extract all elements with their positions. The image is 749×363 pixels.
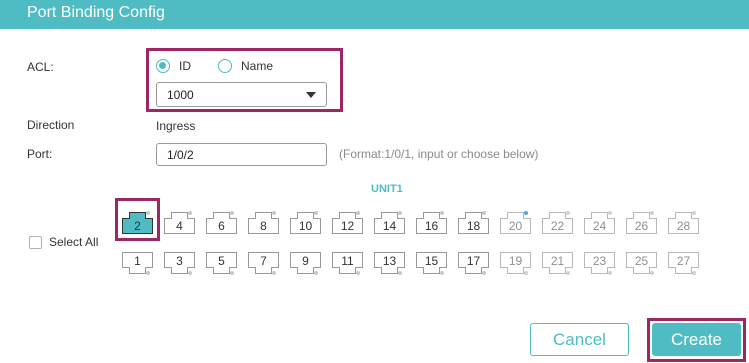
acl-radio-id-label: ID: [179, 59, 191, 73]
port-3[interactable]: 3: [164, 252, 195, 276]
port-12[interactable]: 12: [332, 210, 363, 234]
port-21[interactable]: 21: [542, 252, 573, 276]
port-26[interactable]: 26: [626, 210, 657, 234]
port-number: 6: [218, 219, 225, 233]
port-17[interactable]: 17: [458, 252, 489, 276]
direction-label: Direction: [27, 118, 75, 132]
port-number: 25: [634, 254, 649, 268]
acl-radio-id[interactable]: [156, 59, 170, 73]
port-number: 18: [466, 219, 481, 233]
port-9[interactable]: 9: [290, 252, 321, 276]
port-number: 12: [340, 219, 355, 233]
select-all-label: Select All: [49, 235, 99, 249]
port-number: 17: [466, 254, 481, 268]
port-number: 7: [260, 254, 267, 268]
direction-value: Ingress: [156, 119, 196, 133]
acl-radio-name[interactable]: [218, 59, 232, 73]
chevron-down-icon: [306, 92, 316, 98]
port-number: 14: [382, 219, 397, 233]
port-number: 13: [382, 254, 397, 268]
port-label: Port:: [27, 147, 53, 161]
port-23[interactable]: 23: [584, 252, 615, 276]
select-all-checkbox[interactable]: [29, 236, 42, 249]
create-button[interactable]: Create: [652, 323, 741, 356]
dialog-header: Port Binding Config: [0, 0, 749, 29]
port-6[interactable]: 6: [206, 210, 237, 234]
port-number: 9: [302, 254, 309, 268]
port-number: 19: [508, 254, 523, 268]
port-19[interactable]: 19: [500, 252, 531, 276]
port-16[interactable]: 16: [416, 210, 447, 234]
port-4[interactable]: 4: [164, 210, 195, 234]
port-5[interactable]: 5: [206, 252, 237, 276]
cancel-button[interactable]: Cancel: [530, 323, 629, 356]
port-14[interactable]: 14: [374, 210, 405, 234]
port-number: 10: [298, 219, 313, 233]
port-25[interactable]: 25: [626, 252, 657, 276]
port-number: 3: [176, 254, 183, 268]
port-28[interactable]: 28: [668, 210, 699, 234]
selected-port-highlight: [115, 198, 160, 241]
port-input[interactable]: 1/0/2: [156, 143, 327, 166]
port-number: 15: [424, 254, 439, 268]
port-1[interactable]: 1: [122, 252, 153, 276]
port-27[interactable]: 27: [668, 252, 699, 276]
port-number: 27: [676, 254, 691, 268]
unit-label: UNIT1: [371, 183, 403, 195]
port-15[interactable]: 15: [416, 252, 447, 276]
port-number: 8: [260, 219, 267, 233]
dialog-title: Port Binding Config: [27, 4, 165, 21]
port-18[interactable]: 18: [458, 210, 489, 234]
port-20[interactable]: 20: [500, 210, 531, 234]
port-22[interactable]: 22: [542, 210, 573, 234]
port-7[interactable]: 7: [248, 252, 279, 276]
port-number: 11: [341, 254, 354, 268]
port-10[interactable]: 10: [290, 210, 321, 234]
acl-select[interactable]: 1000: [156, 82, 327, 107]
port-24[interactable]: 24: [584, 210, 615, 234]
port-number: 28: [676, 219, 691, 233]
port-number: 24: [592, 219, 607, 233]
port-8[interactable]: 8: [248, 210, 279, 234]
port-11[interactable]: 11: [332, 252, 363, 276]
port-number: 4: [176, 219, 183, 233]
port-number: 22: [550, 219, 565, 233]
port-number: 16: [424, 219, 439, 233]
acl-radio-name-label: Name: [241, 59, 274, 73]
port-13[interactable]: 13: [374, 252, 405, 276]
port-number: 23: [592, 254, 607, 268]
acl-label: ACL:: [27, 60, 54, 74]
port-input-value: 1/0/2: [167, 148, 194, 162]
port-number: 5: [218, 254, 225, 268]
port-number: 26: [634, 219, 649, 233]
port-number: 20: [508, 219, 523, 233]
port-number: 1: [134, 254, 141, 268]
port-format-hint: (Format:1/0/1, input or choose below): [339, 147, 539, 161]
port-number: 21: [550, 254, 565, 268]
acl-select-value: 1000: [167, 88, 194, 102]
